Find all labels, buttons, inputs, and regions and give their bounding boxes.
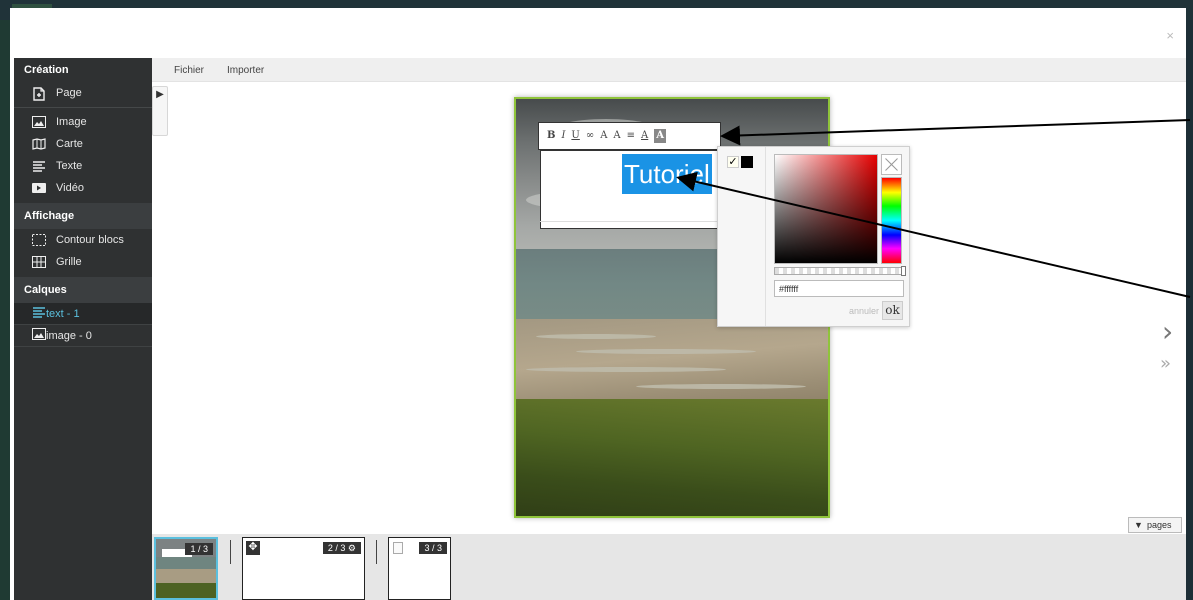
alpha-slider[interactable] — [774, 266, 906, 276]
map-icon — [32, 138, 48, 150]
close-icon[interactable] — [881, 154, 902, 175]
layer-label: text - 1 — [46, 307, 80, 320]
swatch-panel: ✓ — [718, 147, 766, 326]
pages-toggle-button[interactable]: ▼ pages — [1128, 517, 1182, 533]
sidebar-item-texte[interactable]: Texte — [14, 155, 152, 177]
sidebar-item-video[interactable]: Vidéo — [14, 177, 152, 199]
hex-color-input[interactable] — [774, 280, 904, 297]
photo-sandbar — [576, 349, 756, 354]
bold-button[interactable]: B — [547, 129, 555, 143]
font-family-button[interactable]: A — [613, 129, 620, 143]
photo-sandbar — [526, 367, 726, 372]
align-button[interactable]: ≡ — [627, 129, 635, 143]
sidebar-item-contour-blocs[interactable]: Contour blocs — [14, 229, 152, 251]
thumbnail-grass — [156, 583, 216, 598]
gear-icon[interactable]: ⚙ — [348, 543, 356, 553]
layer-label: image - 0 — [46, 329, 92, 342]
next-page-icon[interactable]: › — [1162, 318, 1173, 346]
last-page-icon[interactable]: » — [1160, 355, 1171, 373]
cancel-link[interactable]: annuler — [849, 306, 879, 316]
sidebar: Création Page Image Carte Texte Vidéo Af… — [14, 58, 152, 600]
close-icon[interactable]: × — [1166, 28, 1174, 43]
sidebar-item-label: Page — [56, 87, 82, 99]
text-icon — [32, 306, 46, 321]
text-icon — [32, 160, 48, 172]
grid-icon — [32, 256, 48, 268]
font-size-button[interactable]: A — [600, 129, 607, 143]
sidebar-item-label: Vidéo — [56, 182, 84, 194]
underline-button[interactable]: U — [571, 129, 579, 143]
page-icon — [393, 542, 403, 554]
image-icon — [32, 116, 48, 128]
sidebar-item-label: Texte — [56, 160, 83, 172]
page-thumbnail-1[interactable]: 1 / 3 — [154, 537, 218, 600]
thumbnail-sea — [156, 557, 216, 569]
thumbnail-divider — [230, 540, 231, 564]
chevron-down-icon: ▼ — [1134, 520, 1143, 530]
divider — [14, 107, 152, 108]
page-number-badge: 3 / 3 — [419, 542, 447, 554]
background-right-edge — [1186, 20, 1193, 600]
color-picker: ✓ annuler ok — [717, 146, 910, 327]
menu-bar: Fichier Importer — [152, 58, 1186, 82]
photo-sandbar — [536, 334, 656, 339]
link-button[interactable]: ∞ — [586, 129, 594, 143]
swatch-transparent[interactable]: ✓ — [727, 156, 739, 168]
sidebar-item-label: Image — [56, 116, 87, 128]
pages-label: pages — [1147, 520, 1172, 530]
sidebar-item-grille[interactable]: Grille — [14, 251, 152, 273]
layer-item-text-1[interactable]: text - 1 — [14, 303, 152, 325]
sidebar-item-page[interactable]: Page — [14, 82, 152, 104]
menu-importer[interactable]: Importer — [227, 65, 264, 76]
saturation-value-box[interactable] — [774, 154, 878, 264]
selected-text[interactable]: Tutoriel — [622, 154, 712, 194]
page-number-text: 2 / 3 — [327, 543, 346, 553]
text-color-button[interactable]: A — [641, 129, 648, 143]
sidebar-item-carte[interactable]: Carte — [14, 133, 152, 155]
layer-item-image-0[interactable]: image - 0 — [14, 325, 152, 347]
page-thumbnail-3[interactable]: 3 / 3 — [388, 537, 451, 600]
photo-sandbar — [636, 384, 806, 389]
page-number-badge: 1 / 3 — [185, 543, 213, 555]
move-icon[interactable]: ✥ — [246, 541, 260, 555]
sidebar-section-affichage: Affichage — [14, 203, 152, 229]
chevron-right-icon: ▶ — [156, 89, 164, 100]
video-icon — [32, 182, 48, 194]
sidebar-section-creation: Création — [24, 64, 69, 76]
sidebar-item-label: Carte — [56, 138, 83, 150]
sidebar-item-label: Contour blocs — [56, 234, 124, 246]
new-page-icon — [32, 87, 48, 101]
ok-button[interactable]: ok — [882, 301, 903, 320]
modal-header: × — [10, 8, 1186, 58]
thumbnail-beach — [156, 569, 216, 583]
sidebar-item-image[interactable]: Image — [14, 111, 152, 133]
menu-fichier[interactable]: Fichier — [174, 65, 204, 76]
background-color-button[interactable]: A — [654, 129, 667, 143]
image-icon — [32, 328, 46, 343]
expand-panel-button[interactable]: ▶ — [152, 86, 168, 136]
page-thumbnail-2[interactable]: ✥ 2 / 3 ⚙ — [242, 537, 365, 600]
photo-grass — [516, 399, 828, 516]
thumbnail-divider — [376, 540, 377, 564]
dotted-border-icon — [32, 234, 48, 246]
sidebar-section-calques: Calques — [14, 277, 152, 303]
alpha-slider-handle[interactable] — [901, 266, 906, 276]
italic-button[interactable]: I — [561, 129, 565, 143]
swatch-black[interactable] — [741, 156, 753, 168]
text-block-divider — [540, 221, 722, 222]
sidebar-item-label: Grille — [56, 256, 82, 268]
background-left-edge — [0, 20, 10, 600]
text-toolbar: B I U ∞ A A ≡ A A — [538, 122, 721, 150]
page-number-badge: 2 / 3 ⚙ — [322, 542, 361, 554]
hue-slider[interactable] — [881, 177, 902, 264]
